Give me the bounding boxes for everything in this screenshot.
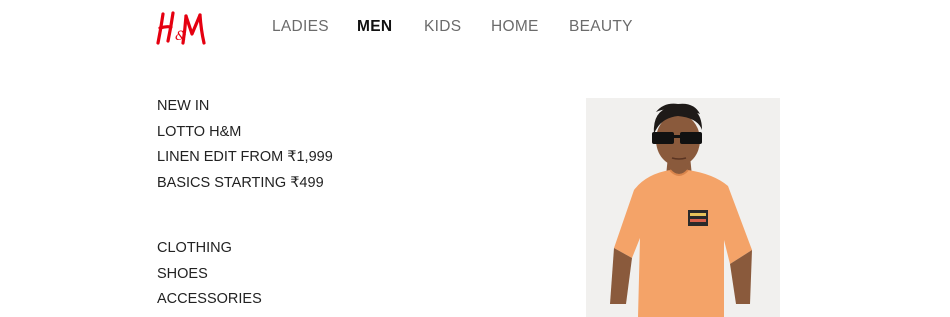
- menu-link-lotto-hm[interactable]: LOTTO H&M: [157, 124, 241, 140]
- menu-item-clothing: CLOTHING: [157, 239, 262, 265]
- menu-item-linen-edit: LINEN EDIT FROM ₹1,999: [157, 148, 333, 174]
- featured-links: NEW IN LOTTO H&M LINEN EDIT FROM ₹1,999 …: [157, 97, 333, 199]
- menu-item-lotto-hm: LOTTO H&M: [157, 123, 333, 149]
- menu-link-new-in[interactable]: NEW IN: [157, 98, 209, 114]
- hm-logo-icon: &: [156, 11, 206, 45]
- nav-men[interactable]: MEN: [357, 18, 392, 36]
- hm-logo-text: H&M: [155, 48, 156, 49]
- nav-kids[interactable]: KIDS: [424, 18, 461, 36]
- promo-image[interactable]: [586, 98, 780, 317]
- nav-ladies[interactable]: LADIES: [272, 18, 329, 36]
- menu-link-accessories[interactable]: ACCESSORIES: [157, 291, 262, 307]
- menu-item-shoes: SHOES: [157, 265, 262, 291]
- mega-menu-page: & H&M LADIES MEN KIDS HOME BEAUTY NEW IN…: [0, 0, 950, 317]
- hm-logo[interactable]: & H&M: [155, 10, 209, 48]
- menu-link-linen-edit[interactable]: LINEN EDIT FROM ₹1,999: [157, 149, 333, 165]
- menu-link-clothing[interactable]: CLOTHING: [157, 240, 232, 256]
- menu-item-new-in: NEW IN: [157, 97, 333, 123]
- menu-item-basics: BASICS STARTING ₹499: [157, 174, 333, 200]
- category-links: CLOTHING SHOES ACCESSORIES: [157, 239, 262, 316]
- menu-link-basics[interactable]: BASICS STARTING ₹499: [157, 175, 324, 191]
- menu-link-shoes[interactable]: SHOES: [157, 266, 208, 282]
- model-photo-illustration: [586, 98, 780, 317]
- menu-item-accessories: ACCESSORIES: [157, 290, 262, 316]
- nav-beauty[interactable]: BEAUTY: [569, 18, 633, 36]
- svg-text:&: &: [175, 29, 187, 44]
- nav-home[interactable]: HOME: [491, 18, 539, 36]
